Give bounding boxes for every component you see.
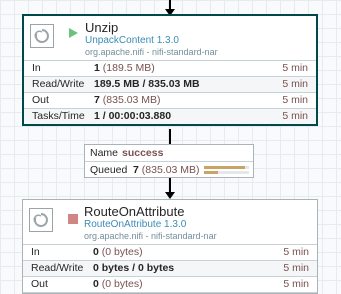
stat-value: 0 bytes / 0 bytes — [93, 262, 175, 274]
connection-label[interactable]: Name success Queued 7 (835.03 MB) — [84, 144, 254, 178]
stat-detail: (0 bytes) — [101, 246, 143, 258]
stat-row-in: In 1 (189.5 MB) 5 min — [24, 61, 316, 77]
connection-queued-value: 7 (835.03 MB) — [133, 162, 200, 178]
stat-count: 7 — [94, 94, 100, 106]
stat-value: 189.5 MB / 835.03 MB — [94, 78, 200, 90]
stat-time: 5 min — [283, 246, 309, 258]
running-status-icon — [69, 28, 78, 38]
backpressure-indicator — [204, 166, 249, 176]
backpressure-size-fill — [204, 171, 218, 174]
backpressure-object-fill — [204, 166, 245, 169]
stat-count: 0 — [93, 278, 99, 290]
connection-name-key: Name — [90, 147, 119, 159]
stat-row-read-write: Read/Write 0 bytes / 0 bytes 5 min — [23, 261, 317, 277]
queued-detail: (835.03 MB) — [141, 164, 200, 176]
stat-count: 1 — [94, 62, 100, 74]
stat-label: Out — [32, 94, 49, 106]
stat-value: 1 (189.5 MB) — [94, 61, 155, 76]
stat-label: In — [32, 62, 41, 74]
backpressure-size-bar — [204, 171, 249, 174]
stat-label: Read/Write — [31, 262, 84, 274]
stat-label: Read/Write — [32, 78, 85, 90]
stat-detail: (189.5 MB) — [102, 62, 155, 74]
connection-name-row: Name success — [85, 145, 253, 162]
processor-bundle: org.apache.nifi - nifi-standard-nar — [84, 231, 217, 241]
processor-stats: In 0 (0 bytes) 5 min Read/Write 0 bytes … — [23, 244, 317, 293]
processor-type: RouteOnAttribute 1.3.0 — [84, 219, 187, 230]
stat-row-out: Out 0 (0 bytes) 5 min — [23, 277, 317, 293]
stat-label: In — [31, 246, 40, 258]
stat-count: 0 — [93, 246, 99, 258]
stat-time: 5 min — [282, 94, 308, 106]
processor-name: RouteOnAttribute — [84, 204, 185, 219]
stat-detail: (0 bytes) — [101, 278, 143, 290]
processor-unzip[interactable]: Unzip UnpackContent 1.3.0 org.apache.nif… — [22, 14, 318, 126]
stat-time: 5 min — [282, 62, 308, 74]
processor-type-icon — [30, 24, 54, 48]
queued-count: 7 — [133, 164, 139, 176]
stat-row-out: Out 7 (835.03 MB) 5 min — [24, 93, 316, 109]
connection-queued-row: Queued 7 (835.03 MB) — [85, 162, 253, 178]
stat-value: 0 (0 bytes) — [93, 245, 143, 260]
backpressure-object-bar — [204, 166, 249, 169]
connection-arrow — [165, 192, 175, 199]
stat-time: 5 min — [282, 110, 308, 122]
stat-row-in: In 0 (0 bytes) 5 min — [23, 245, 317, 261]
stat-value: 1 / 00:00:03.880 — [94, 110, 172, 122]
processor-name: Unzip — [85, 20, 119, 35]
processor-bundle: org.apache.nifi - nifi-standard-nar — [85, 47, 218, 57]
processor-header: Unzip UnpackContent 1.3.0 org.apache.nif… — [24, 16, 316, 60]
processor-route-on-attribute[interactable]: RouteOnAttribute RouteOnAttribute 1.3.0 … — [22, 199, 318, 294]
connection-queued-key: Queued — [90, 164, 128, 176]
processor-type: UnpackContent 1.3.0 — [85, 35, 179, 46]
stat-detail: (835.03 MB) — [102, 94, 161, 106]
stat-label: Tasks/Time — [32, 110, 85, 122]
processor-stats: In 1 (189.5 MB) 5 min Read/Write 189.5 M… — [24, 60, 316, 124]
stat-time: 5 min — [283, 262, 309, 274]
stat-value: 7 (835.03 MB) — [94, 93, 161, 108]
stat-time: 5 min — [282, 78, 308, 90]
processor-header: RouteOnAttribute RouteOnAttribute 1.3.0 … — [23, 200, 317, 244]
connection-name-value: success — [122, 147, 164, 159]
stat-row-tasks: Tasks/Time 1 / 00:00:03.880 5 min — [24, 109, 316, 124]
processor-type-icon — [29, 208, 53, 232]
stopped-status-icon — [68, 214, 78, 224]
stat-row-read-write: Read/Write 189.5 MB / 835.03 MB 5 min — [24, 77, 316, 93]
